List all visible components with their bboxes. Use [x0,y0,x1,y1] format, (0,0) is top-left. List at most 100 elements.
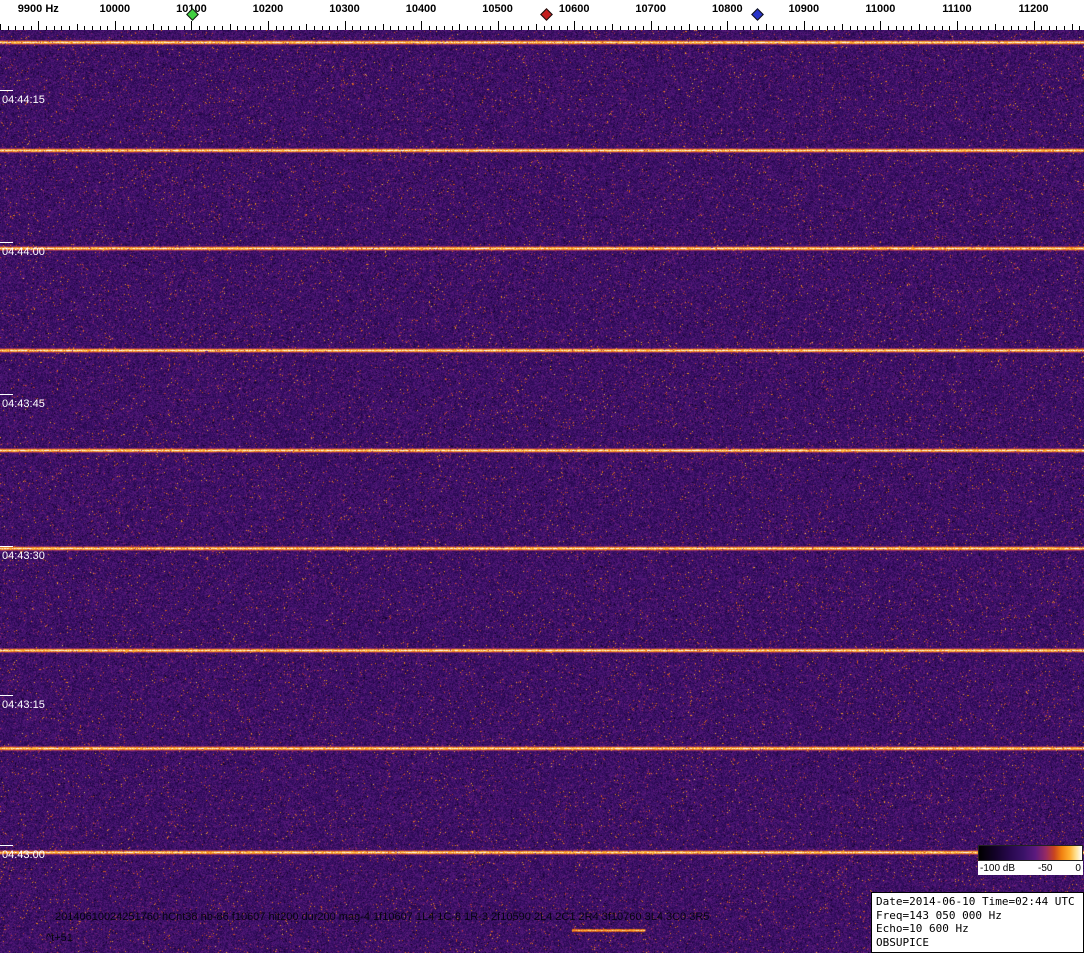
colorbar: -100 dB -50 0 [978,845,1083,875]
ruler-tick [176,26,177,30]
time-axis-tick [0,845,13,846]
ruler-tick [23,26,24,30]
ruler-tick [337,26,338,30]
ruler-tick [46,26,47,30]
ruler-tick [100,26,101,30]
colorbar-max-label: 0 [1075,863,1081,874]
ruler-tick [551,26,552,30]
ruler-tick [375,26,376,30]
ruler-tick [291,26,292,30]
ruler-tick [789,26,790,30]
ruler-tick [658,26,659,30]
ruler-tick [896,26,897,30]
spectrogram-waterfall[interactable] [0,30,1084,953]
ruler-tick [15,26,16,30]
ruler-tick [995,24,996,30]
ruler-tick [574,21,575,30]
ruler-tick [436,26,437,30]
ruler-label: 10600 [559,3,590,15]
ruler-tick [115,21,116,30]
ruler-tick [452,26,453,30]
ruler-tick [322,26,323,30]
ruler-tick [781,26,782,30]
ruler-tick [490,26,491,30]
ruler-label: 10400 [406,3,437,15]
ruler-tick [635,26,636,30]
ruler-tick [597,26,598,30]
ruler-label: 11100 [942,3,971,15]
ruler-label: 11000 [865,3,895,15]
ruler-tick [666,26,667,30]
ruler-tick [1034,21,1035,30]
ruler-tick [92,26,93,30]
ruler-tick [69,26,70,30]
ruler-tick [957,21,958,30]
ruler-label: 11200 [1019,3,1049,15]
ruler-tick [620,26,621,30]
ruler-tick [467,26,468,30]
ruler-tick [299,26,300,30]
ruler-tick [1056,26,1057,30]
ruler-tick [712,26,713,30]
time-axis-label: 04:43:30 [2,550,45,562]
ruler-tick [138,26,139,30]
ruler-tick [61,26,62,30]
ruler-tick [260,26,261,30]
ruler-tick [888,26,889,30]
ruler-tick [590,26,591,30]
ruler-tick [283,26,284,30]
colorbar-labels: -100 dB -50 0 [978,861,1083,875]
ruler-tick [253,26,254,30]
ruler-tick [651,21,652,30]
ruler-tick [214,26,215,30]
marker-blue[interactable] [751,8,764,21]
time-axis-tick [0,695,13,696]
ruler-tick [1003,26,1004,30]
ruler-tick [161,26,162,30]
ruler-tick [237,26,238,30]
ruler-label: 10000 [100,3,131,15]
ruler-tick [482,26,483,30]
ruler-tick [674,26,675,30]
ruler-tick [873,26,874,30]
ruler-tick [812,26,813,30]
ruler-tick [390,26,391,30]
ruler-tick [184,26,185,30]
ruler-tick [1026,26,1027,30]
ruler-tick [750,26,751,30]
ruler-tick [827,26,828,30]
ruler-tick [949,26,950,30]
ruler-label: 9900 Hz [18,3,59,15]
info-echo-line: Echo=10 600 Hz [876,922,1079,936]
ruler-label: 10700 [635,3,666,15]
ruler-tick [191,21,192,30]
ruler-tick [429,26,430,30]
time-axis-label: 04:43:45 [2,398,45,410]
ruler-tick [1079,26,1080,30]
ruler-tick [988,26,989,30]
ruler-tick [8,26,9,30]
ruler-tick [735,26,736,30]
ruler-tick [345,21,346,30]
ruler-tick [612,24,613,30]
ruler-tick [421,21,422,30]
detection-text: 20140610024251760 hCnt38 nb-86 f10607 hi… [55,911,709,923]
ruler-tick [689,24,690,30]
ruler-tick [605,26,606,30]
ruler-tick [758,26,759,30]
ruler-tick [727,21,728,30]
ruler-tick [704,26,705,30]
ruler-tick [222,26,223,30]
ruler-tick [123,26,124,30]
ruler-tick [84,26,85,30]
ruler-tick [796,26,797,30]
ruler-tick [643,26,644,30]
info-box: Date=2014-06-10 Time=02:44 UTC Freq=143 … [871,892,1084,953]
ruler-tick [544,26,545,30]
colorbar-mid-label: -50 [1038,863,1052,874]
ruler-tick [31,26,32,30]
ruler-tick [130,26,131,30]
ruler-tick [919,24,920,30]
marker-red[interactable] [541,8,554,21]
colorbar-min-label: -100 dB [980,863,1015,874]
